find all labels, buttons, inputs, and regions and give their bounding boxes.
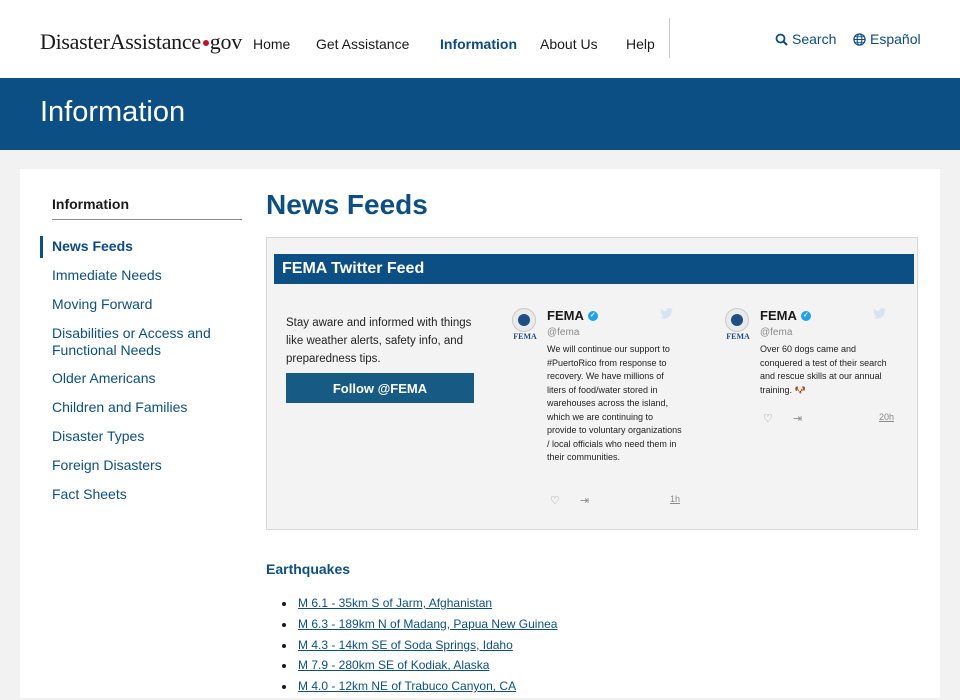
tweet-text: Over 60 dogs came and conquered a test o… <box>760 344 887 395</box>
tweet-actions: ♡ ⇥ <box>550 494 589 507</box>
tweet-card[interactable]: FEMA FEMA ✓ @fema We will continue our s… <box>510 308 700 518</box>
main-content-card: Information News Feeds Immediate Needs M… <box>20 169 940 698</box>
tweet-handle[interactable]: @fema <box>547 327 579 338</box>
earthquake-link[interactable]: M 4.3 - 14km SE of Soda Springs, Idaho <box>298 638 513 652</box>
logo-dot-icon <box>202 39 209 46</box>
tweet-timestamp[interactable]: 1h <box>670 494 680 504</box>
twitter-feed-panel: FEMA Twitter Feed Stay aware and informe… <box>266 237 918 530</box>
twitter-feed-heading: FEMA Twitter Feed <box>282 260 425 277</box>
sidebar-title: Information <box>52 196 129 212</box>
tweet-author-name: FEMA <box>547 308 584 323</box>
search-label: Search <box>792 31 837 47</box>
bullet-icon <box>282 643 286 648</box>
sidebar-item-children-families[interactable]: Children and Families <box>52 399 242 416</box>
nav-divider <box>669 18 670 58</box>
share-icon[interactable]: ⇥ <box>793 412 802 425</box>
fema-avatar[interactable]: FEMA <box>510 308 540 344</box>
globe-icon <box>853 32 866 46</box>
site-header: DisasterAssistance gov Home Get Assistanc… <box>0 0 960 78</box>
tweet-author[interactable]: FEMA ✓ <box>547 308 598 323</box>
nav-get-assistance[interactable]: Get Assistance <box>316 36 409 52</box>
tweet-card[interactable]: FEMA FEMA ✓ @fema Over 60 dogs came and … <box>723 308 913 428</box>
earthquake-link[interactable]: M 6.1 - 35km S of Jarm, Afghanistan <box>298 596 492 610</box>
sidebar-item-fact-sheets[interactable]: Fact Sheets <box>52 486 242 503</box>
sidebar-item-disabilities[interactable]: Disabilities or Access and Functional Ne… <box>52 325 242 359</box>
verified-check-icon: ✓ <box>800 310 811 321</box>
page-title: News Feeds <box>266 189 428 220</box>
nav-about-us[interactable]: About Us <box>540 36 598 52</box>
twitter-feed-intro: Stay aware and informed with things like… <box>286 317 472 365</box>
sidebar-item-older-americans[interactable]: Older Americans <box>52 370 242 387</box>
nav-home[interactable]: Home <box>253 36 290 52</box>
twitter-bird-icon[interactable] <box>660 308 673 319</box>
fema-avatar[interactable]: FEMA <box>723 308 753 344</box>
fema-avatar-text: FEMA <box>726 332 750 341</box>
fema-seal-icon <box>512 308 536 332</box>
page-banner-title: Information <box>40 96 186 128</box>
bullet-icon <box>282 664 286 669</box>
earthquake-link[interactable]: M 7.9 - 280km SE of Kodiak, Alaska <box>298 658 489 672</box>
share-icon[interactable]: ⇥ <box>580 494 589 507</box>
sidebar-item-foreign-disasters[interactable]: Foreign Disasters <box>52 457 242 474</box>
tweet-timestamp[interactable]: 20h <box>879 412 894 422</box>
search-icon <box>775 33 788 46</box>
heart-icon[interactable]: ♡ <box>763 412 773 425</box>
sidebar-item-disaster-types[interactable]: Disaster Types <box>52 428 242 445</box>
bullet-icon <box>282 622 286 627</box>
nav-help[interactable]: Help <box>626 36 655 52</box>
search-link[interactable]: Search <box>775 31 836 47</box>
bullet-icon <box>282 602 286 606</box>
tweet-text: We will continue our support to #PuertoR… <box>547 344 682 462</box>
sidebar-active-indicator <box>40 236 43 258</box>
sidebar-item-news-feeds[interactable]: News Feeds <box>52 238 242 255</box>
earthquakes-heading: Earthquakes <box>266 561 351 577</box>
nav-information[interactable]: Information <box>440 36 517 52</box>
sidebar-divider <box>52 219 242 220</box>
tweet-author-name: FEMA <box>760 308 797 323</box>
twitter-bird-icon[interactable] <box>873 308 886 319</box>
fema-seal-icon <box>725 308 749 332</box>
logo-suffix-text: gov <box>209 29 242 54</box>
follow-fema-button[interactable]: Follow @FEMA <box>286 373 474 403</box>
tweet-author[interactable]: FEMA ✓ <box>760 308 811 323</box>
sidebar-item-moving-forward[interactable]: Moving Forward <box>52 296 242 313</box>
earthquake-link[interactable]: M 6.3 - 189km N of Madang, Papua New Gui… <box>298 617 557 631</box>
sidebar-item-immediate-needs[interactable]: Immediate Needs <box>52 267 242 284</box>
fema-avatar-text: FEMA <box>513 332 537 341</box>
tweet-handle[interactable]: @fema <box>760 327 792 338</box>
site-logo[interactable]: DisasterAssistance gov <box>40 29 242 55</box>
tweet-actions: ♡ ⇥ <box>763 412 802 425</box>
language-link[interactable]: Español <box>853 31 921 47</box>
earthquake-link[interactable]: M 4.0 - 12km NE of Trabuco Canyon, CA <box>298 679 516 693</box>
logo-main-text: DisasterAssistance <box>40 29 201 54</box>
page-banner: Information <box>0 78 960 150</box>
bullet-icon <box>282 685 286 690</box>
twitter-feed-header: FEMA Twitter Feed <box>274 254 914 284</box>
verified-check-icon: ✓ <box>587 310 598 321</box>
heart-icon[interactable]: ♡ <box>550 494 560 507</box>
language-label: Español <box>870 31 921 47</box>
